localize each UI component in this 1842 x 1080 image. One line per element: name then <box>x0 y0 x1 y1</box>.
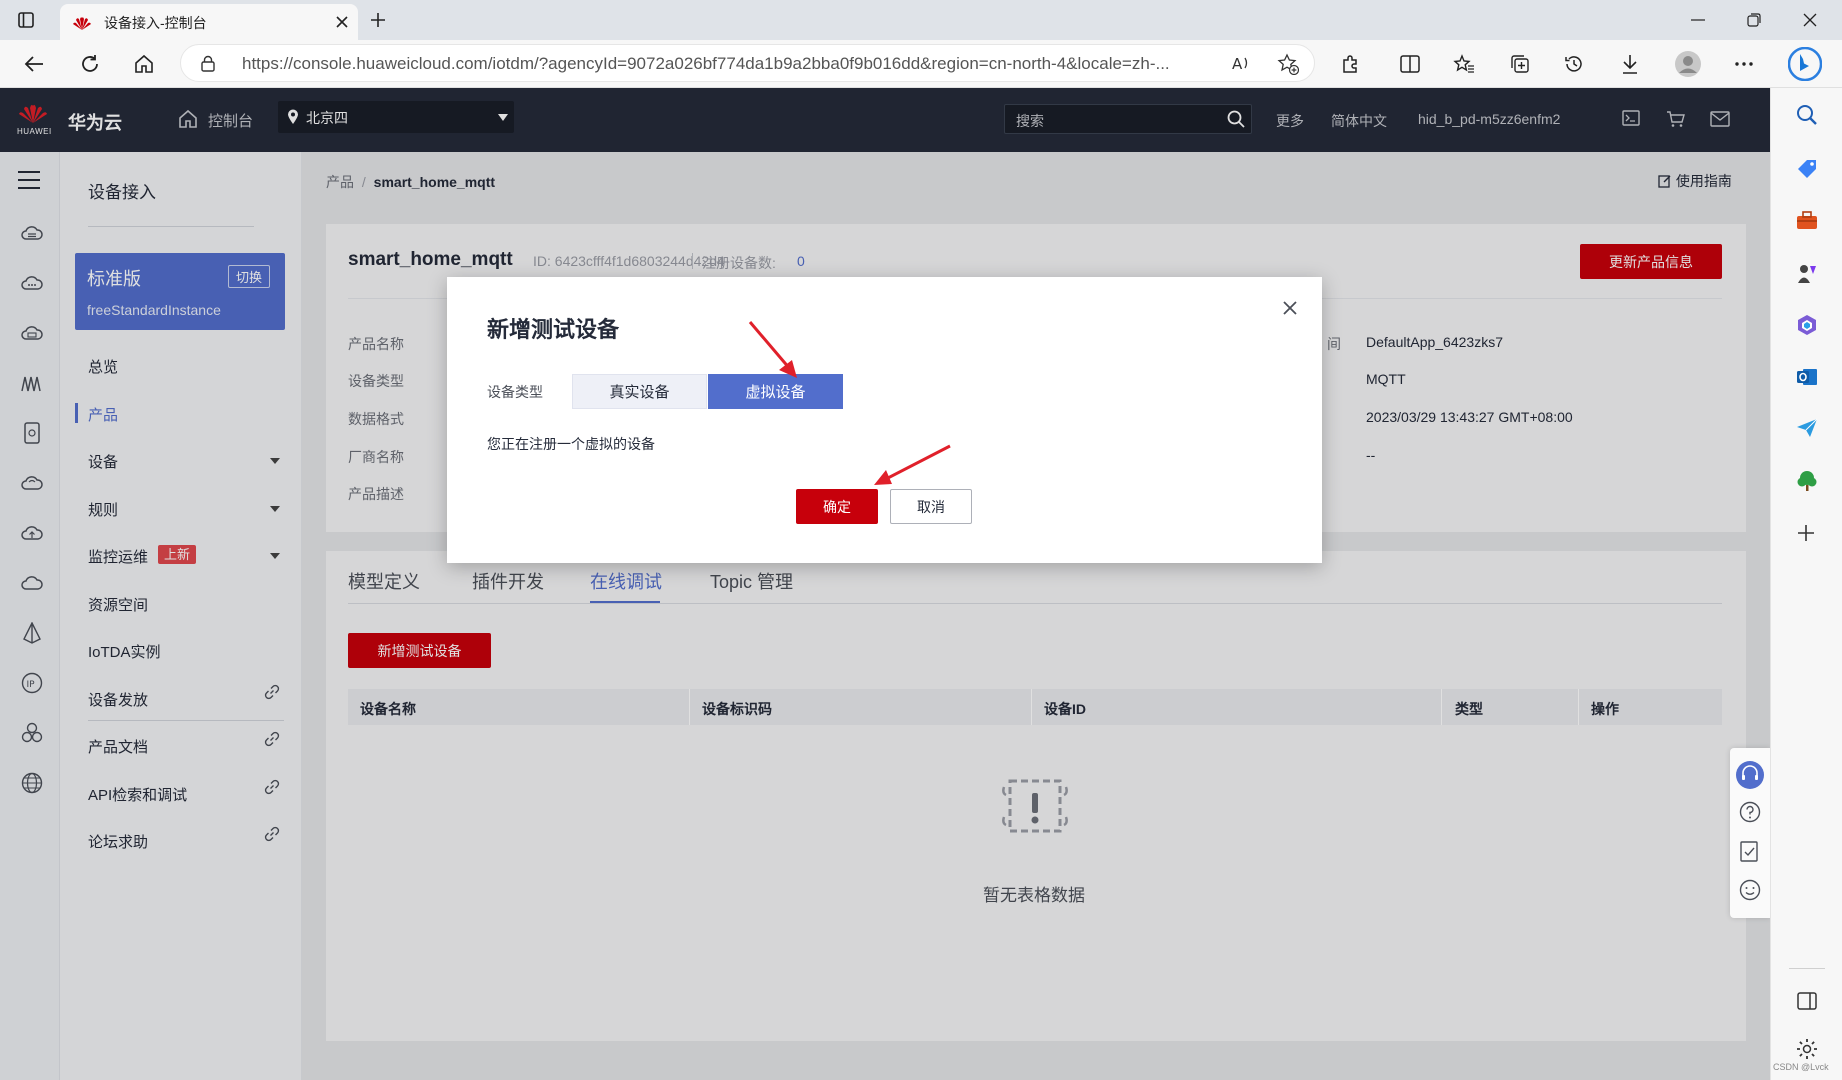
customer-service-icon[interactable] <box>1735 760 1765 790</box>
panel-toggle-icon[interactable] <box>1797 992 1817 1010</box>
watermark-text: CSDN @Lvck <box>1773 1062 1829 1072</box>
games-icon[interactable] <box>1796 262 1818 284</box>
tools-icon[interactable] <box>1796 210 1818 230</box>
help-icon[interactable] <box>1739 801 1761 823</box>
search-icon[interactable] <box>1796 104 1818 126</box>
smiley-icon[interactable] <box>1739 879 1761 901</box>
send-icon[interactable] <box>1796 418 1818 438</box>
arrow-to-confirm-button <box>885 444 951 481</box>
add-icon[interactable] <box>1797 524 1815 542</box>
microsoft-365-icon[interactable] <box>1796 314 1818 336</box>
floating-help-bar <box>1730 748 1770 918</box>
annotation-arrows <box>748 321 951 485</box>
shopping-tag-icon[interactable] <box>1796 158 1818 180</box>
sidebar-divider <box>1789 968 1825 969</box>
settings-gear-icon[interactable] <box>1796 1038 1818 1060</box>
tree-icon[interactable] <box>1796 470 1818 492</box>
outlook-icon[interactable] <box>1796 366 1818 388</box>
arrow-to-virtual-option <box>748 321 792 370</box>
feedback-icon[interactable] <box>1740 841 1760 863</box>
arrow-head-icon <box>779 360 797 378</box>
edge-sidebar: CSDN @Lvck <box>1770 88 1842 1080</box>
